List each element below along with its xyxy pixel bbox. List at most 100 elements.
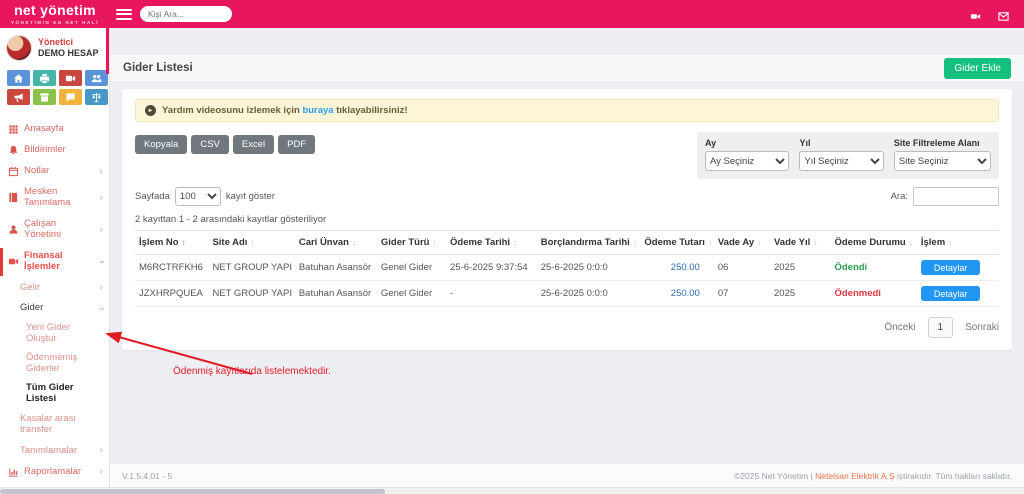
cell-odeme_durumu: Ödendi	[830, 254, 917, 281]
users-icon	[91, 73, 102, 84]
chevron-down-icon: ›	[96, 259, 108, 264]
column-header-vade_yil[interactable]: Vade Yıl ↕	[770, 230, 831, 255]
chat-tile[interactable]	[59, 89, 82, 105]
sidebar-item-anasayfa[interactable]: Anasayfa	[0, 119, 109, 140]
sidebar-item-yeni-gider-olustur[interactable]: Yeni Gider Oluştur	[0, 319, 109, 349]
column-header-cari_unvan[interactable]: Cari Ünvan ↕	[294, 230, 377, 255]
table-search-input[interactable]	[913, 187, 999, 206]
sidebar-item-label: Tanımlamalar	[20, 444, 78, 456]
sidebar-item-gider[interactable]: Gider ›	[0, 298, 109, 319]
copyright: ©2025 Net Yönetim | Netelsan Elektrik A.…	[734, 470, 1012, 481]
mail-icon[interactable]	[997, 9, 1010, 21]
sidebar-item-bildirimler[interactable]: Bildirimler	[0, 140, 109, 161]
column-header-odeme_tutari[interactable]: Ödeme Tutarı ↕	[640, 230, 714, 255]
sidebar-item-label: Anasayfa	[24, 123, 64, 135]
help-video-link[interactable]: buraya	[302, 105, 333, 116]
video-tile[interactable]	[59, 70, 82, 86]
cell-odeme_tutari: 250.00	[640, 254, 714, 281]
column-header-borclandirma_tarihi[interactable]: Borçlandırma Tarihi ↕	[536, 230, 641, 255]
chat-icon	[65, 92, 76, 103]
user-name: DEMO HESAP	[38, 48, 99, 58]
table-search: Ara:	[891, 187, 999, 206]
sidebar-item-calisan-yonetimi[interactable]: Çalışan Yönetimi ›	[0, 214, 109, 246]
column-header-gider_turu[interactable]: Gider Türü ↕	[376, 230, 447, 255]
export-kopyala-button[interactable]: Kopyala	[135, 135, 188, 154]
expense-list-card: ► Yardım videosunu izlemek için buraya t…	[122, 89, 1012, 350]
chevron-down-icon: ›	[96, 307, 108, 311]
pagination-previous[interactable]: Önceki	[884, 322, 915, 333]
sidebar-item-mesken-tanimlama[interactable]: Mesken Tanımlama ›	[0, 182, 109, 214]
page-size-select[interactable]: 100	[174, 187, 221, 206]
brand-name: net yönetim	[14, 2, 96, 19]
video-camera-icon[interactable]	[969, 9, 982, 20]
users-tile[interactable]	[85, 70, 108, 86]
cell-borclandirma_tarihi: 25-6-2025 0:0:0	[536, 254, 641, 281]
details-button[interactable]: Detaylar	[920, 286, 981, 301]
column-header-label: Cari Ünvan	[298, 237, 349, 248]
table-row: JZXHRPQUEA NET GROUP YAPI Batuhan Asansör G…	[135, 280, 999, 307]
chevron-right-icon: ›	[99, 445, 103, 457]
column-header-vade_ay[interactable]: Vade Ay ↕	[713, 230, 770, 255]
export-excel-button[interactable]: Excel	[232, 135, 275, 154]
column-header-site_adi[interactable]: Site Adı ↕	[208, 230, 295, 255]
bell-icon	[8, 145, 19, 156]
export-csv-button[interactable]: CSV	[191, 135, 229, 154]
scale-tile[interactable]	[85, 89, 108, 105]
horizontal-scrollbar[interactable]	[0, 487, 1024, 494]
cell-islem_no: M6RCTRFKH6	[135, 254, 209, 281]
year-filter-label: Yıl	[799, 138, 811, 148]
pagination-next[interactable]: Sonraki	[965, 322, 999, 333]
site-filter-select[interactable]: Site Seçiniz	[893, 151, 991, 171]
sidebar-item-kasalar-arasi-transfer[interactable]: Kasalar arası transfer	[0, 409, 109, 441]
sidebar-item-label: Bildirimler	[24, 144, 66, 156]
person-search-input[interactable]	[140, 6, 232, 22]
cell-islem_no: JZXHRPQUEA	[135, 280, 209, 307]
horizontal-scrollbar-thumb[interactable]	[0, 489, 385, 494]
printer-tile[interactable]	[33, 70, 56, 86]
sidebar-item-gelir[interactable]: Gelir ›	[0, 278, 109, 299]
user-panel-accent	[106, 28, 109, 74]
cell-site_adi: NET GROUP YAPI	[208, 280, 295, 307]
column-header-label: Ödeme Tutarı	[644, 237, 705, 248]
page-title: Gider Listesi	[123, 62, 193, 74]
sidebar-item-label: Çalışan Yönetimi	[24, 217, 61, 240]
chevron-right-icon: ›	[99, 466, 103, 478]
user-icon	[8, 224, 19, 235]
pagination-page-1[interactable]: 1	[927, 317, 954, 338]
month-filter-label: Ay	[705, 138, 717, 148]
column-header-odeme_tarihi[interactable]: Ödeme Tarihi ↕	[446, 230, 537, 255]
sidebar-item-raporlamalar[interactable]: Raporlamalar ›	[0, 462, 109, 483]
column-header-odeme_durumu[interactable]: Ödeme Durumu ↕	[830, 230, 917, 255]
box-tile[interactable]	[33, 89, 56, 105]
add-expense-button[interactable]: Gider Ekle	[944, 57, 1011, 79]
column-header-label: Borçlandırma Tarihi	[540, 237, 630, 248]
cell-vade_yil: 2025	[770, 280, 831, 307]
user-role: Yönetici	[38, 36, 74, 47]
sidebar-item-finansal-islemler[interactable]: Finansal İşlemler ›	[0, 246, 109, 278]
sort-icon: ↕	[513, 238, 518, 247]
home-tile[interactable]	[7, 70, 30, 86]
menu-toggle-icon[interactable]	[116, 8, 132, 20]
details-button[interactable]: Detaylar	[920, 260, 981, 275]
sidebar-item-tum-gider-listesi[interactable]: Tüm Gider Listesi	[0, 379, 109, 409]
user-panel[interactable]: Yönetici DEMO HESAP	[0, 28, 109, 74]
site-filter-label: Site Filtreleme Alanı	[893, 138, 980, 148]
sidebar-item-tanimlamalar[interactable]: Tanımlamalar ›	[0, 441, 109, 462]
year-filter-select[interactable]: Yıl Seçiniz	[799, 151, 884, 171]
brand-logo[interactable]: net yönetim YÖNETİMİN EN NET HALİ	[0, 2, 110, 26]
megaphone-tile[interactable]	[7, 89, 30, 105]
column-header-islem[interactable]: İşlem ↕	[916, 230, 999, 255]
grid-icon	[8, 124, 19, 135]
month-filter-select[interactable]: Ay Seçiniz	[705, 151, 790, 171]
column-header-label: Ödeme Tarihi	[450, 237, 511, 248]
netelsan-link[interactable]: Netelsan Elektrik A.Ş	[815, 471, 894, 481]
column-header-islem_no[interactable]: İşlem No ↕	[135, 230, 209, 255]
records-info: 2 kayıttan 1 - 2 arasındaki kayıtlar gös…	[135, 214, 327, 225]
sidebar-item-label: Finansal İşlemler	[24, 249, 63, 272]
export-pdf-button[interactable]: PDF	[278, 135, 316, 154]
book-icon	[8, 192, 19, 203]
cell-gider_turu: Genel Gider	[376, 280, 447, 307]
brand-tagline: YÖNETİMİN EN NET HALİ	[10, 20, 100, 26]
sidebar-item-notlar[interactable]: Notlar ›	[0, 161, 109, 182]
sidebar-item-odenmemis-giderler[interactable]: Ödenmemiş Giderler	[0, 349, 109, 379]
